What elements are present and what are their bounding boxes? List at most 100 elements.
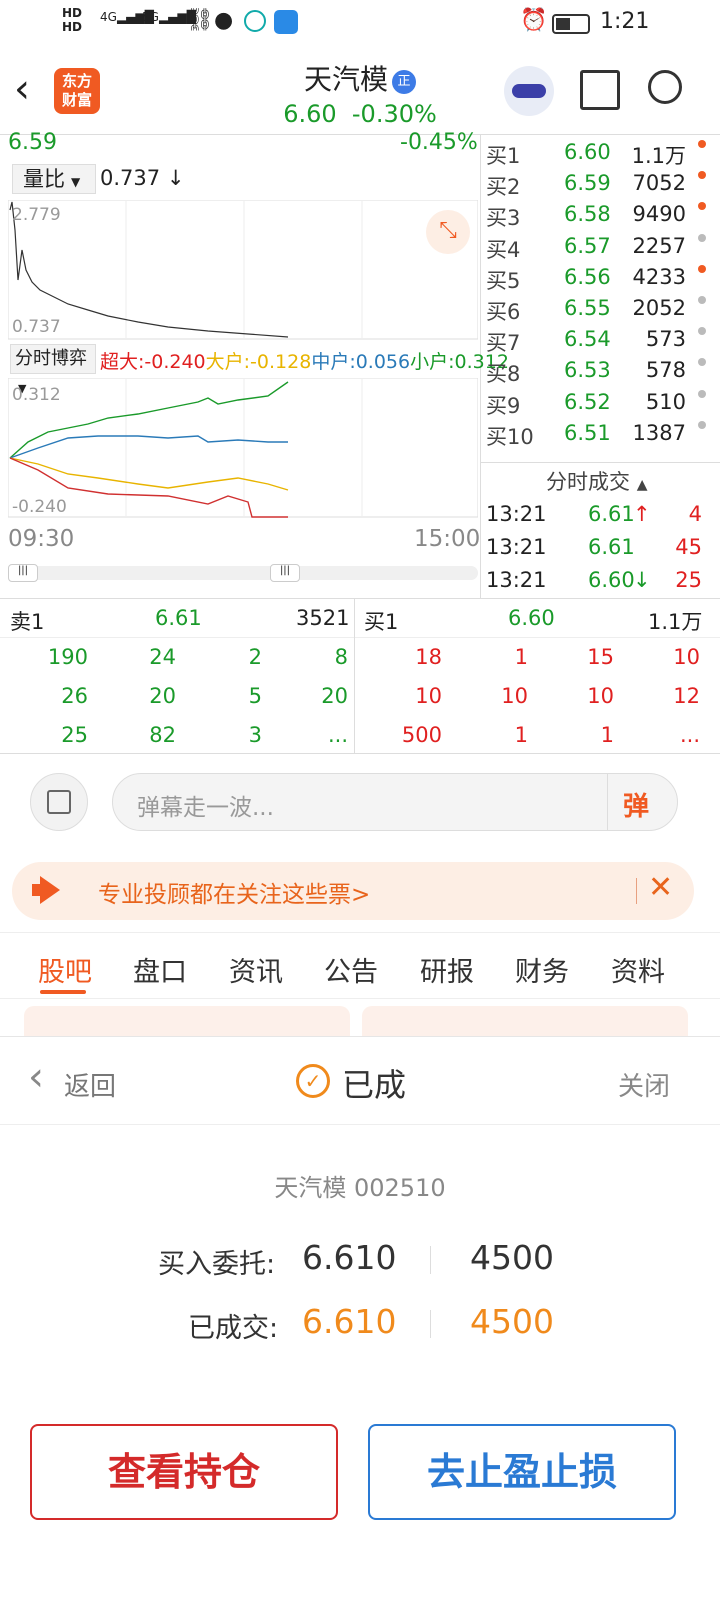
danmaku-input[interactable]: 弹幕走一波... 弹 <box>112 773 678 831</box>
expand-icon[interactable]: ⤡ <box>426 210 470 254</box>
order-book-row[interactable]: 买6 6.55 2052 <box>486 296 706 327</box>
robot-assistant-icon[interactable] <box>504 66 554 116</box>
danmaku-send-button[interactable]: 弹 <box>623 786 649 823</box>
stock-price: 6.60 <box>283 100 337 128</box>
queue-buy-cell: 500 <box>401 723 442 747</box>
vr-value: 0.737 <box>100 166 161 190</box>
clock-time: 1:21 <box>600 9 650 34</box>
order-book-row[interactable]: 买5 6.56 4233 <box>486 264 706 296</box>
order-book-row[interactable]: 买7 6.54 573 <box>486 327 706 358</box>
queue-buy-cell: 1 <box>514 723 528 747</box>
tick-direction-icon: ↓ <box>633 568 651 592</box>
level-dot-icon <box>698 171 706 180</box>
order-book-row[interactable]: 买1 6.60 1.1万 <box>486 140 706 171</box>
queue-sell-cell: 26 <box>61 684 88 708</box>
ticks-title: 分时成交 <box>546 470 630 494</box>
flow-selector[interactable]: 分时博弈▼ <box>10 344 96 395</box>
order-book-row[interactable]: 买9 6.52 510 <box>486 389 706 421</box>
chart-price-label: 6.59 <box>8 130 57 155</box>
chat-icon: ● <box>214 8 234 33</box>
flow-selector-label: 分时博弈 <box>15 348 87 369</box>
tick-direction-icon: ↑ <box>633 502 651 526</box>
divider <box>607 774 608 830</box>
banner-close-icon[interactable]: ✕ <box>648 870 673 905</box>
battery-icon <box>552 14 590 34</box>
tab-3[interactable]: 公告 <box>324 950 378 989</box>
level-volume: 4233 <box>632 264 686 289</box>
share-icon[interactable] <box>580 70 620 110</box>
fund-flow-chart: 0.312 -0.240 <box>8 378 478 518</box>
flow-super: 超大:-0.240 <box>100 351 206 373</box>
message-app-icon <box>274 10 298 34</box>
danmaku-settings-icon[interactable] <box>30 773 88 831</box>
signal-5g-label: 5G <box>142 10 159 24</box>
queue-sell-cell: 8 <box>334 645 348 669</box>
divider <box>430 1310 431 1338</box>
tab-0[interactable]: 股吧 <box>38 950 92 989</box>
tab-1[interactable]: 盘口 <box>133 950 187 989</box>
queue-buy-cell: 18 <box>415 645 442 669</box>
tick-time: 13:21 <box>486 535 547 559</box>
queue-sell-cell: 82 <box>149 723 176 747</box>
tick-time: 13:21 <box>486 568 547 592</box>
order-book-row[interactable]: 买10 6.51 1387 <box>486 420 706 452</box>
queue-buy-cell: 10 <box>587 684 614 708</box>
queue-sell-cell: 20 <box>321 684 348 708</box>
queue-sell-label: 卖1 <box>10 610 45 634</box>
level-label: 买9 <box>486 393 521 418</box>
divider <box>0 637 720 638</box>
queue-buy-cell: 1 <box>600 723 614 747</box>
scroll-handle-left[interactable]: ||| <box>8 564 38 582</box>
level-price: 6.51 <box>564 420 611 445</box>
tick-volume: 4 <box>688 502 702 526</box>
queue-buy-price: 6.60 <box>508 606 555 630</box>
promo-banner[interactable]: 专业投顾都在关注这些票> ✕ <box>12 862 694 920</box>
order-book-row[interactable]: 买3 6.58 9490 <box>486 202 706 233</box>
signal-4g-label: 4G <box>100 10 117 24</box>
level-price: 6.53 <box>564 358 611 383</box>
tab-6[interactable]: 资料 <box>611 950 665 989</box>
volume-ratio-selector[interactable]: 量比 ▼ <box>12 164 96 194</box>
ticks-header[interactable]: 分时成交 ▲ <box>546 466 647 496</box>
view-positions-button[interactable]: 查看持仓 <box>30 1424 338 1520</box>
modal-close-button[interactable]: 关闭 <box>618 1066 670 1103</box>
level-volume: 2052 <box>632 296 686 320</box>
volume-ratio-value: 0.737 ↓ <box>100 166 184 190</box>
level-label: 买2 <box>486 175 521 200</box>
level-price: 6.59 <box>564 171 611 196</box>
time-end: 15:00 <box>414 526 481 552</box>
tab-4[interactable]: 研报 <box>420 950 474 989</box>
level-dot-icon <box>698 296 706 304</box>
queue-sell-cell: 25 <box>61 723 88 747</box>
vr-min-label: 0.737 <box>12 317 61 337</box>
tick-price: 6.61 <box>588 535 635 559</box>
search-icon[interactable] <box>648 70 682 104</box>
tab-5[interactable]: 财务 <box>515 950 569 989</box>
divider <box>0 932 720 933</box>
level-price: 6.58 <box>564 202 611 227</box>
level-label: 买3 <box>486 206 521 231</box>
order-book-row[interactable]: 买8 6.53 578 <box>486 358 706 389</box>
level-label: 买4 <box>486 237 521 262</box>
time-start: 09:30 <box>8 526 75 552</box>
level-label: 买8 <box>486 362 521 387</box>
tab-2[interactable]: 资讯 <box>229 950 283 989</box>
scroll-handle-right[interactable]: ||| <box>270 564 300 582</box>
time-scrollbar[interactable]: ||| ||| <box>8 564 478 582</box>
queue-buy-cell: 1 <box>514 645 528 669</box>
queue-sell-cell: 3 <box>248 723 262 747</box>
modal-back-button[interactable]: 返回 <box>64 1066 116 1103</box>
order-book-row[interactable]: 买2 6.59 7052 <box>486 171 706 202</box>
status-bar: HD HD 4G▂▄▆█ 5G▂▄▆█ ⛓ ● ⏰ 1:21 <box>0 0 720 48</box>
level-volume: 578 <box>645 358 686 383</box>
zheng-badge: 正 <box>392 70 416 94</box>
level-price: 6.56 <box>564 264 611 289</box>
stop-profit-loss-button[interactable]: 去止盈止损 <box>368 1424 676 1520</box>
level-price: 6.54 <box>564 327 611 352</box>
queue-buy-cell: 15 <box>587 645 614 669</box>
megaphone-icon <box>32 876 62 904</box>
level-volume: 7052 <box>632 171 686 196</box>
order-book-row[interactable]: 买4 6.57 2257 <box>486 233 706 265</box>
back-arrow-icon[interactable]: ‹ <box>28 1054 44 1100</box>
tick-price: 6.61 <box>588 502 635 526</box>
